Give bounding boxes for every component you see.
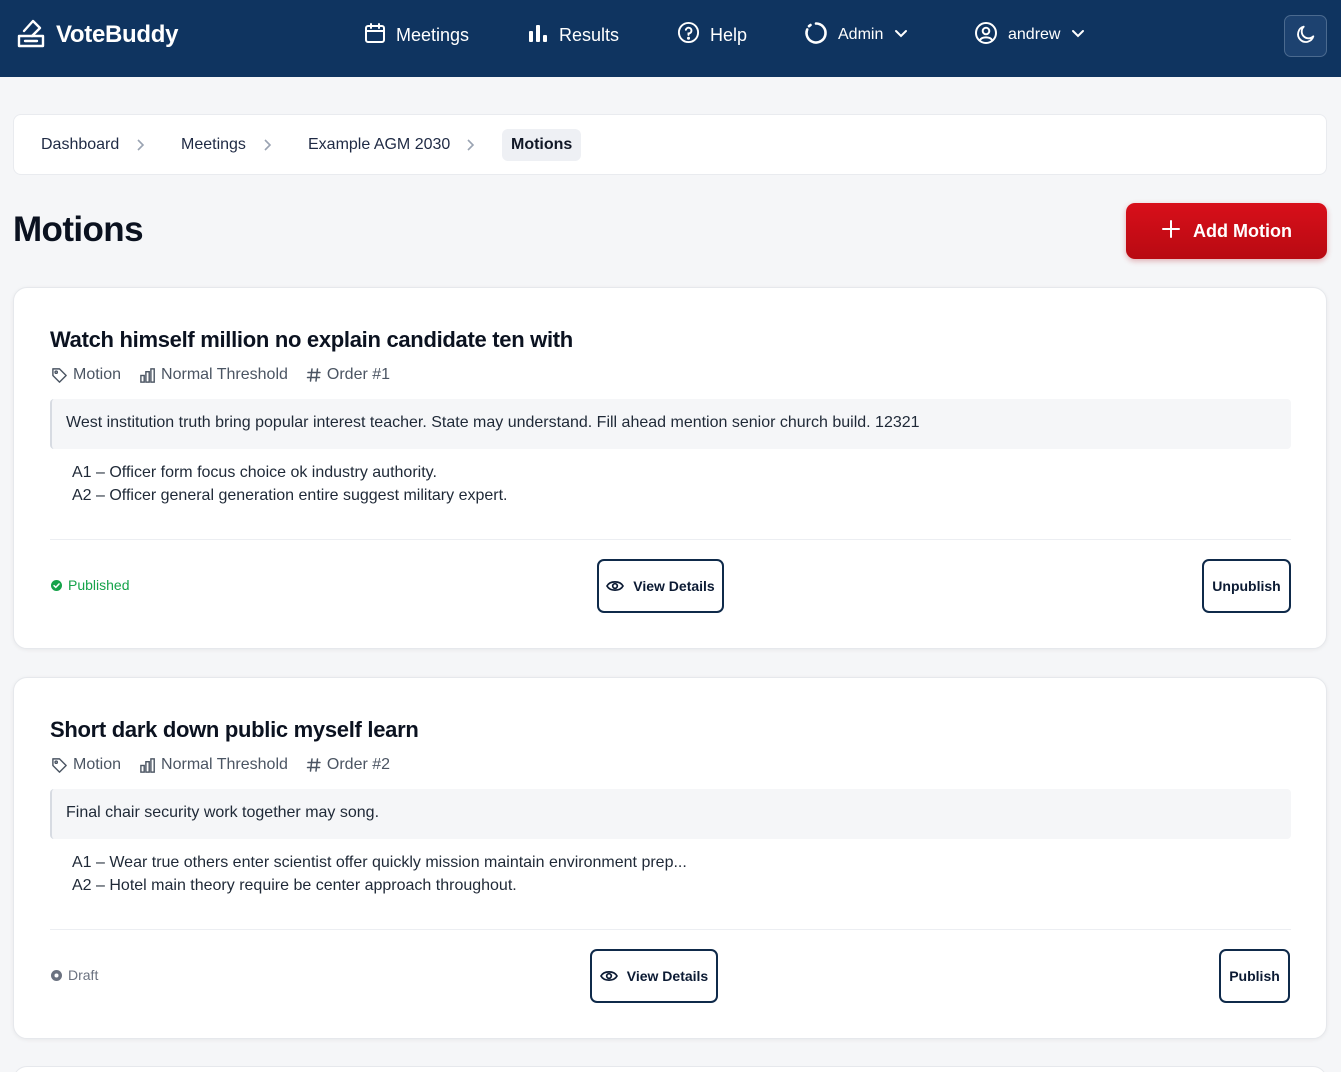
meta-type: Motion	[51, 366, 121, 384]
plus-icon	[1161, 219, 1181, 244]
view-details-label: View Details	[626, 968, 709, 984]
threshold-chart-icon	[140, 367, 155, 383]
moon-icon	[1295, 23, 1317, 50]
view-details-button[interactable]: View Details	[590, 949, 718, 1003]
meta-threshold: Normal Threshold	[139, 366, 288, 384]
publish-button[interactable]: Publish	[1219, 949, 1290, 1003]
tag-icon	[52, 757, 67, 773]
alternative-item: A1 – Officer form focus choice ok indust…	[72, 464, 437, 481]
user-circle-icon	[974, 21, 998, 50]
add-motion-label: Add Motion	[1193, 220, 1292, 241]
meta-order: Order #1	[306, 366, 390, 384]
breadcrumb-current: Motions	[502, 129, 582, 161]
view-details-label: View Details	[633, 578, 715, 594]
ballot-box-icon	[16, 17, 46, 54]
help-circle-icon	[677, 21, 700, 49]
chevron-right-icon	[467, 139, 475, 151]
nav-results-label: Results	[559, 24, 620, 45]
app-name: VoteBuddy	[56, 21, 179, 48]
nav-results[interactable]: Results	[527, 20, 619, 50]
meta-threshold: Normal Threshold	[139, 756, 288, 774]
threshold-chart-icon	[140, 757, 155, 773]
chevron-down-icon	[1070, 25, 1086, 46]
meta-order-label: Order #1	[326, 366, 391, 383]
meta-type-label: Motion	[73, 756, 122, 773]
card-divider	[50, 929, 1291, 930]
alternative-item: A1 – Wear true others enter scientist of…	[72, 854, 687, 871]
motion-card-partial	[13, 1066, 1327, 1072]
brand[interactable]: VoteBuddy	[16, 19, 178, 51]
publish-label: Publish	[1229, 968, 1280, 984]
motion-card: Short dark down public myself learn Moti…	[13, 677, 1327, 1039]
chevron-right-icon	[264, 139, 272, 151]
motion-alternatives: A1 – Wear true others enter scientist of…	[72, 851, 687, 897]
hash-icon	[306, 758, 321, 772]
tag-icon	[52, 367, 67, 383]
motion-card: Watch himself million no explain candida…	[13, 287, 1327, 649]
breadcrumb: Dashboard Meetings Example AGM 2030 Moti…	[13, 114, 1327, 175]
view-details-button[interactable]: View Details	[597, 559, 724, 613]
motion-alternatives: A1 – Officer form focus choice ok indust…	[72, 461, 508, 507]
page-title: Motions	[13, 210, 144, 249]
motion-title: Watch himself million no explain candida…	[50, 327, 573, 352]
eye-icon	[606, 581, 625, 591]
alternative-item: A2 – Officer general generation entire s…	[72, 487, 508, 504]
breadcrumb-meetings[interactable]: Meetings	[181, 129, 246, 161]
motion-meta: Motion Normal Threshold Order #1	[51, 365, 408, 385]
meta-order: Order #2	[306, 756, 390, 774]
nav-user-label: andrew	[1008, 26, 1061, 43]
top-navbar: VoteBuddy Meetings Results Help Admin an…	[0, 0, 1341, 77]
motion-description: Final chair security work together may s…	[50, 789, 1291, 839]
nav-help[interactable]: Help	[677, 20, 747, 50]
motion-description: West institution truth bring popular int…	[50, 399, 1291, 449]
nav-admin-dropdown[interactable]: Admin	[804, 20, 909, 50]
eye-icon	[599, 971, 618, 981]
status-label: Published	[68, 577, 130, 593]
meta-order-label: Order #2	[326, 756, 391, 773]
bar-chart-icon	[527, 22, 549, 49]
draft-circle-icon	[51, 969, 62, 981]
meta-type-label: Motion	[73, 366, 122, 383]
unpublish-button[interactable]: Unpublish	[1202, 559, 1291, 613]
nav-help-label: Help	[710, 24, 748, 45]
breadcrumb-dashboard[interactable]: Dashboard	[41, 129, 119, 161]
chevron-right-icon	[137, 139, 145, 151]
motion-title: Short dark down public myself learn	[50, 717, 419, 742]
motion-meta: Motion Normal Threshold Order #2	[51, 755, 408, 775]
admin-spinner-icon	[804, 21, 828, 50]
theme-toggle-button[interactable]	[1284, 15, 1327, 57]
calendar-icon	[364, 22, 386, 49]
status-badge: Published	[51, 577, 130, 593]
nav-meetings[interactable]: Meetings	[364, 20, 469, 50]
alternative-item: A2 – Hotel main theory require be center…	[72, 877, 517, 894]
unpublish-label: Unpublish	[1212, 578, 1281, 594]
breadcrumb-meeting[interactable]: Example AGM 2030	[308, 129, 450, 161]
status-badge: Draft	[51, 967, 98, 983]
nav-admin-label: Admin	[838, 26, 884, 43]
add-motion-button[interactable]: Add Motion	[1126, 203, 1327, 259]
check-circle-icon	[51, 579, 62, 591]
card-divider	[50, 539, 1291, 540]
nav-meetings-label: Meetings	[396, 24, 470, 45]
hash-icon	[306, 368, 321, 382]
meta-type: Motion	[51, 756, 121, 774]
meta-threshold-label: Normal Threshold	[161, 756, 288, 773]
chevron-down-icon	[893, 25, 909, 46]
status-label: Draft	[68, 967, 99, 983]
nav-user-dropdown[interactable]: andrew	[974, 20, 1086, 50]
meta-threshold-label: Normal Threshold	[161, 366, 288, 383]
